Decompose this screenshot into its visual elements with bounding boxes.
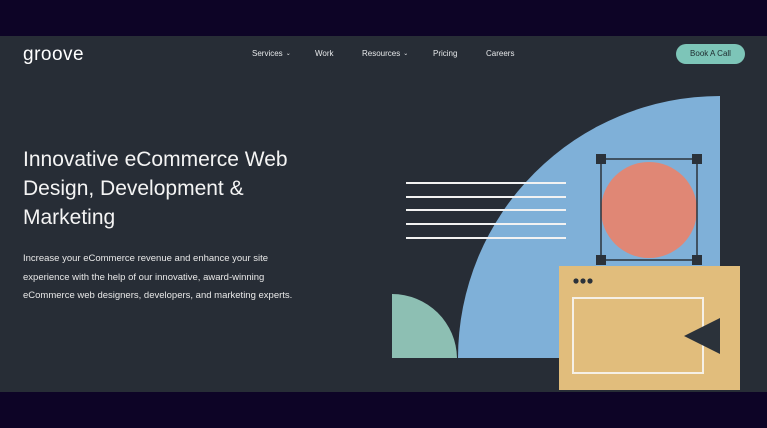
window-dots-icon: [573, 278, 593, 284]
page-frame: groove Services ⌄ Work Resources ⌄ Pricing…: [0, 36, 767, 392]
coral-circle: [601, 162, 697, 258]
hero-illustration: [392, 96, 740, 390]
mint-quarter-shape: [392, 294, 457, 358]
